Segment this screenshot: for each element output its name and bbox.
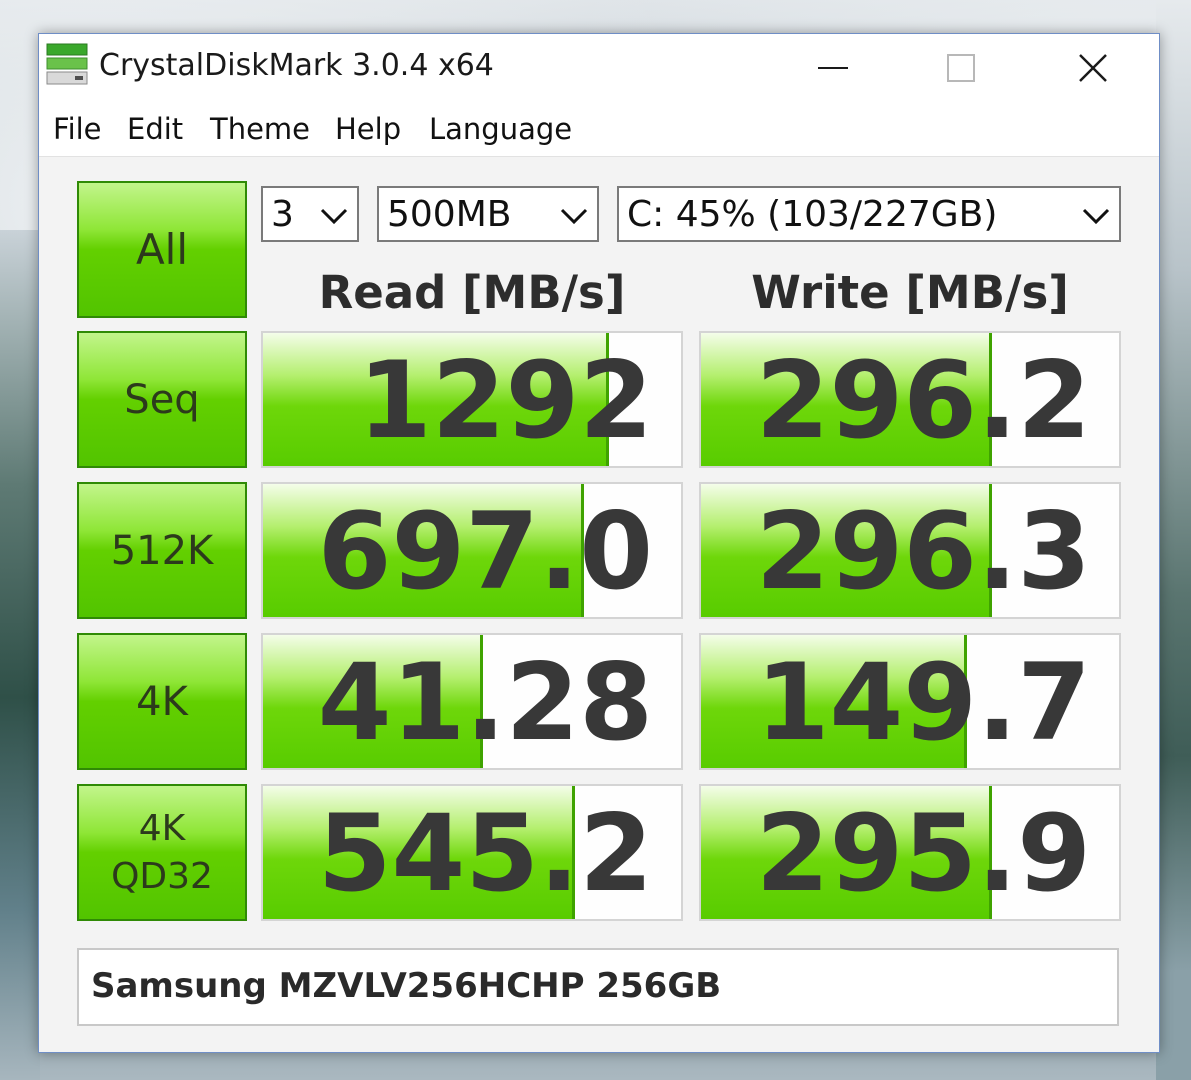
512k-label: 512K [110, 527, 214, 574]
maximize-icon [947, 54, 975, 82]
seq-test-button[interactable]: Seq [77, 331, 247, 468]
seq-write-value: 296.2 [755, 339, 1091, 462]
drive-model-field[interactable]: Samsung MZVLV256HCHP 256GB [77, 948, 1119, 1026]
app-window: CrystalDiskMark 3.0.4 x64 File Edit Them… [38, 33, 1160, 1053]
menu-theme[interactable]: Theme [210, 112, 310, 146]
4k-qd32-read-value: 545.2 [317, 792, 653, 915]
512k-write-value: 296.3 [755, 490, 1091, 613]
test-count-select[interactable]: 3 [261, 186, 359, 242]
4k-label: 4K [136, 678, 188, 725]
4k-write-result: 149.7 [699, 633, 1121, 770]
menu-file[interactable]: File [53, 112, 102, 146]
4k-qd32-read-result: 545.2 [261, 784, 683, 921]
512k-read-result: 697.0 [261, 482, 683, 619]
test-count-value: 3 [271, 194, 294, 235]
4k-qd32-label-line1: 4K [138, 807, 186, 849]
close-icon [1079, 54, 1107, 82]
desktop-background-right [1156, 0, 1191, 1080]
seq-label: Seq [124, 376, 200, 423]
drive-select[interactable]: C: 45% (103/227GB) [617, 186, 1121, 242]
chevron-down-icon [1081, 200, 1111, 241]
run-all-label: All [135, 225, 189, 274]
chevron-down-icon [319, 200, 349, 241]
desktop-background-left [0, 230, 40, 1080]
4k-qd32-write-value: 295.9 [755, 792, 1091, 915]
minimize-button[interactable] [803, 46, 863, 90]
512k-test-button[interactable]: 512K [77, 482, 247, 619]
menu-bar: File Edit Theme Help Language [39, 112, 1159, 154]
seq-read-value: 1292 [357, 339, 653, 462]
menu-edit[interactable]: Edit [127, 112, 183, 146]
4k-qd32-write-result: 295.9 [699, 784, 1121, 921]
4k-qd32-test-button[interactable]: 4K QD32 [77, 784, 247, 921]
4k-read-value: 41.28 [317, 641, 653, 764]
4k-qd32-label-line2: QD32 [111, 855, 213, 897]
minimize-icon [818, 67, 848, 69]
maximize-button[interactable] [931, 46, 991, 90]
window-title: CrystalDiskMark 3.0.4 x64 [99, 48, 494, 83]
run-all-button[interactable]: All [77, 181, 247, 318]
512k-read-value: 697.0 [317, 490, 653, 613]
seq-read-result: 1292 [261, 331, 683, 468]
drive-model-text: Samsung MZVLV256HCHP 256GB [91, 966, 722, 1006]
4k-test-button[interactable]: 4K [77, 633, 247, 770]
512k-write-result: 296.3 [699, 482, 1121, 619]
write-header: Write [MB/s] [751, 266, 1069, 319]
chevron-down-icon [559, 200, 589, 241]
read-header: Read [MB/s] [318, 266, 626, 319]
4k-write-value: 149.7 [755, 641, 1091, 764]
test-size-value: 500MB [387, 194, 512, 235]
4k-read-result: 41.28 [261, 633, 683, 770]
crystaldiskmark-disk-icon [45, 42, 91, 88]
menu-help[interactable]: Help [335, 112, 401, 146]
close-button[interactable] [1063, 46, 1123, 90]
menu-language[interactable]: Language [429, 112, 572, 146]
seq-write-result: 296.2 [699, 331, 1121, 468]
title-bar[interactable]: CrystalDiskMark 3.0.4 x64 [39, 34, 1159, 104]
test-size-select[interactable]: 500MB [377, 186, 599, 242]
drive-value: C: 45% (103/227GB) [627, 194, 998, 235]
